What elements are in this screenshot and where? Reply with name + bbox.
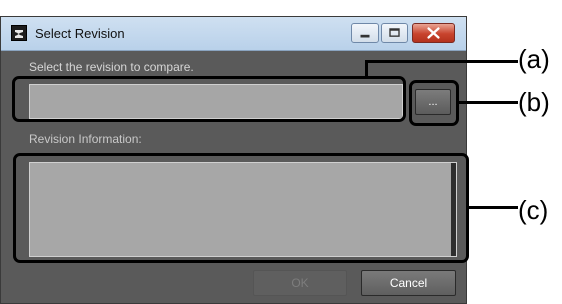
leader-line-c (469, 206, 518, 209)
leader-line-b (459, 101, 518, 104)
title-bar[interactable]: Select Revision (1, 17, 466, 51)
minimize-button[interactable] (351, 23, 379, 43)
app-icon (11, 25, 27, 41)
highlight-a (12, 76, 406, 122)
window-title: Select Revision (35, 26, 125, 41)
ok-button[interactable]: OK (253, 270, 347, 296)
revision-info-label: Revision Information: (29, 132, 142, 146)
highlight-c (13, 153, 469, 263)
minimize-icon (360, 34, 370, 38)
close-icon (427, 27, 440, 39)
maximize-icon (389, 28, 400, 37)
maximize-button[interactable] (381, 23, 408, 43)
leader-line-a (365, 60, 518, 63)
close-button[interactable] (412, 23, 455, 43)
callout-label-c: (c) (518, 195, 549, 225)
revision-prompt-label: Select the revision to compare. (29, 60, 194, 74)
cancel-button[interactable]: Cancel (361, 270, 456, 296)
callout-label-a: (a) (518, 44, 550, 74)
highlight-b (409, 80, 459, 126)
callout-label-b: (b) (518, 87, 550, 117)
